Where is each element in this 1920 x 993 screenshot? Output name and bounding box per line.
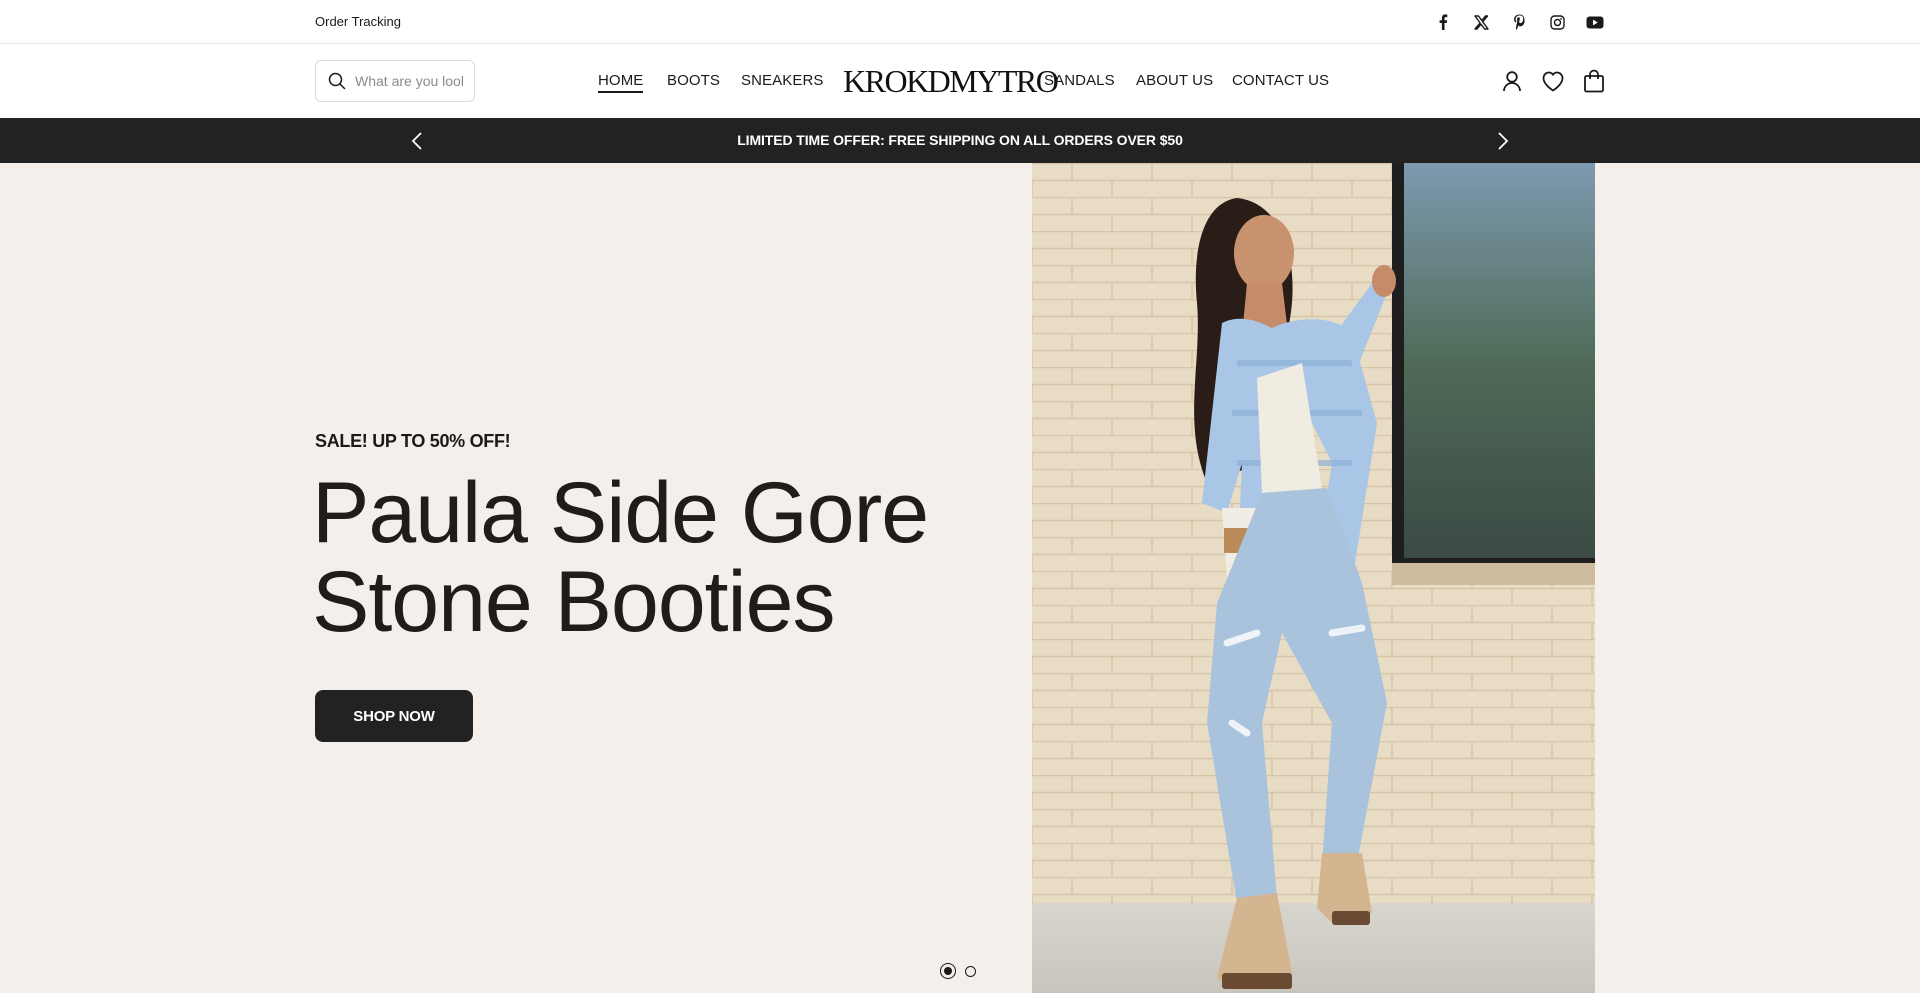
order-tracking-link[interactable]: Order Tracking [315, 14, 401, 29]
nav-item-sneakers[interactable]: SNEAKERS [741, 72, 824, 89]
nav-item-sandals[interactable]: SANDALS [1044, 72, 1115, 89]
shopping-bag-icon[interactable] [1581, 68, 1606, 93]
hero-slider: SALE! UP TO 50% OFF! Paula Side Gore Sto… [0, 163, 1920, 993]
wishlist-heart-icon[interactable] [1540, 68, 1565, 93]
announcement-next-arrow-icon[interactable] [1493, 130, 1513, 152]
nav-link-sneakers[interactable]: SNEAKERS [741, 72, 824, 89]
hero-headline-line-2: Stone Booties [312, 554, 835, 650]
search-input[interactable] [355, 73, 463, 89]
announcement-bar: LIMITED TIME OFFER: FREE SHIPPING ON ALL… [0, 118, 1920, 163]
nav-item-boots[interactable]: BOOTS [667, 72, 720, 89]
nav-link-home[interactable]: HOME [598, 72, 644, 93]
announcement-text: LIMITED TIME OFFER: FREE SHIPPING ON ALL… [737, 132, 1183, 148]
facebook-icon[interactable] [1432, 11, 1454, 33]
pinterest-icon[interactable] [1508, 11, 1530, 33]
slide-dot-1[interactable] [940, 963, 956, 979]
search-box[interactable] [315, 60, 475, 102]
hero-eyebrow: SALE! UP TO 50% OFF! [315, 431, 511, 451]
header-icons [1499, 68, 1606, 93]
shop-now-button[interactable]: SHOP NOW [315, 690, 473, 742]
nav-item-about-us[interactable]: ABOUT US [1136, 72, 1213, 89]
nav-link-boots[interactable]: BOOTS [667, 72, 720, 89]
slide-dot-2[interactable] [965, 965, 976, 977]
youtube-icon[interactable] [1584, 11, 1606, 33]
top-utility-bar: Order Tracking [0, 0, 1920, 44]
model-lifestyle-image [1032, 163, 1595, 993]
nav-item-home[interactable]: HOME [598, 72, 644, 93]
nav-link-sandals[interactable]: SANDALS [1044, 72, 1115, 89]
hero-product-photo [1032, 163, 1595, 993]
main-header: HOME BOOTS SNEAKERS KROKDMYTRO SANDALS A… [0, 44, 1920, 118]
x-icon[interactable] [1470, 11, 1492, 33]
brand-logo[interactable]: KROKDMYTRO [843, 62, 1059, 100]
search-icon [327, 71, 347, 91]
account-icon[interactable] [1499, 68, 1524, 93]
social-links [1432, 11, 1606, 33]
hero-headline: Paula Side Gore Stone Booties [312, 469, 952, 647]
instagram-icon[interactable] [1546, 11, 1568, 33]
nav-link-contact-us[interactable]: CONTACT US [1232, 72, 1329, 89]
slider-pagination [940, 963, 976, 979]
hero-headline-line-1: Paula Side Gore [312, 465, 929, 561]
nav-link-about-us[interactable]: ABOUT US [1136, 72, 1213, 89]
nav-item-contact-us[interactable]: CONTACT US [1232, 72, 1329, 89]
